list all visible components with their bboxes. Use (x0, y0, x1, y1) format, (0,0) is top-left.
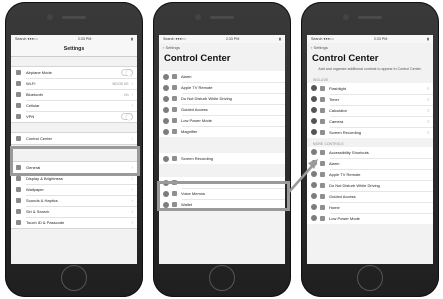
arrow-icon (288, 159, 318, 193)
